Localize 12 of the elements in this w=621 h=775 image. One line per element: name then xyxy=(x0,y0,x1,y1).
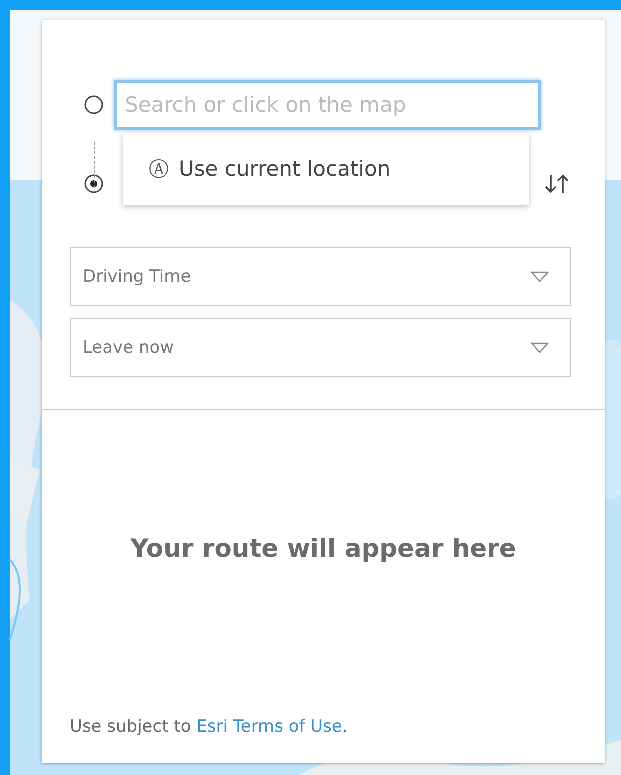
caret-down-icon xyxy=(530,270,550,282)
terms-link[interactable]: Esri Terms of Use xyxy=(196,717,342,737)
empty-circle-icon xyxy=(84,95,104,115)
current-location-option[interactable]: Ⓐ Use current location xyxy=(123,133,529,205)
empty-route-message: Your route will appear here xyxy=(130,534,516,563)
caret-down-icon xyxy=(530,342,550,354)
terms-text: Use subject to Esri Terms of Use. xyxy=(70,717,348,737)
dot-circle-icon xyxy=(84,174,104,194)
search-field[interactable]: Search or click on the map xyxy=(114,80,541,130)
dropdown-select[interactable]: Leave now xyxy=(70,318,571,377)
dropdown-select[interactable]: Driving Time xyxy=(70,247,571,306)
swap-arrows-icon[interactable] xyxy=(544,172,570,196)
